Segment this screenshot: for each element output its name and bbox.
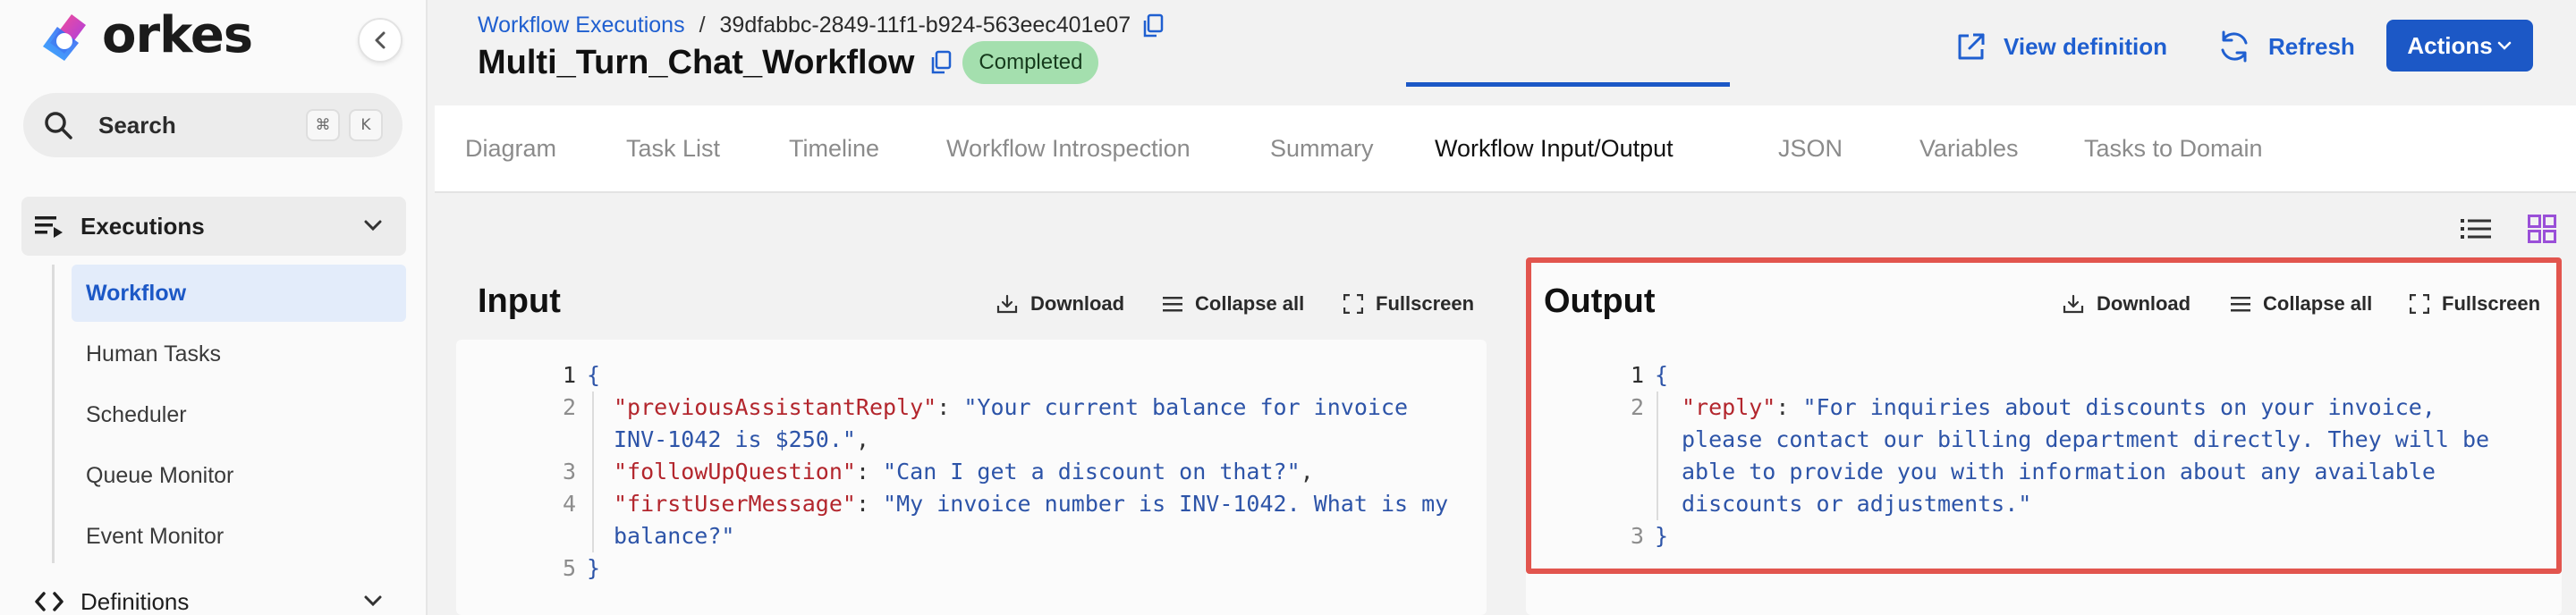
chevron-left-icon — [375, 31, 386, 49]
input-download-button[interactable]: Download — [996, 291, 1124, 316]
sidebar: orkes Search ⌘ K Executions Workflow Hum… — [0, 0, 428, 615]
executions-icon — [35, 216, 63, 238]
orkes-logo-icon — [43, 14, 86, 61]
view-definition-label: View definition — [2004, 32, 2167, 60]
page-title: Multi_Turn_Chat_Workflow — [478, 43, 915, 81]
copy-icon[interactable] — [1141, 13, 1165, 38]
json-line: balance?" — [614, 520, 734, 552]
line-number: 3 — [562, 459, 576, 484]
sidebar-section-executions[interactable]: Executions — [21, 197, 406, 256]
collapse-sidebar-button[interactable] — [358, 18, 402, 63]
tab-diagram[interactable]: Diagram — [465, 105, 556, 193]
search-label: Search — [98, 111, 176, 139]
collapse-all-label: Collapse all — [1195, 292, 1305, 315]
search-box[interactable]: Search ⌘ K — [23, 93, 402, 157]
json-key: "previousAssistantReply" — [614, 394, 937, 420]
sidebar-item-queue-monitor[interactable]: Queue Monitor — [72, 447, 406, 504]
json-line: "firstUserMessage": "My invoice number i… — [614, 491, 1449, 517]
grid-view-icon — [2528, 215, 2556, 243]
indent-guide — [592, 392, 594, 552]
brand-logo[interactable]: orkes — [38, 6, 253, 64]
sidebar-item-workflow[interactable]: Workflow — [72, 265, 406, 322]
line-number: 1 — [562, 362, 576, 388]
input-json-viewer[interactable]: 1 2 3 4 5 { "previousAssistantReply": "Y… — [456, 340, 1487, 615]
title-row: Multi_Turn_Chat_Workflow Completed — [478, 41, 1099, 84]
input-collapse-all-button[interactable]: Collapse all — [1163, 291, 1304, 316]
code-icon — [35, 592, 64, 611]
line-number: 5 — [562, 555, 576, 581]
fullscreen-icon — [1343, 294, 1363, 314]
json-key: "firstUserMessage" — [614, 491, 856, 517]
tab-summary[interactable]: Summary — [1270, 105, 1374, 193]
json-brace-open: { — [587, 362, 601, 388]
json-line: INV-1042 is $250.", — [614, 426, 869, 452]
refresh-button[interactable]: Refresh — [2216, 25, 2355, 68]
download-label: Download — [1030, 292, 1125, 315]
chevron-down-icon — [364, 220, 382, 232]
line-number: 2 — [562, 394, 576, 420]
status-badge: Completed — [962, 41, 1099, 84]
search-icon — [45, 112, 72, 139]
json-key: "followUpQuestion" — [614, 459, 856, 484]
sidebar-section-definitions[interactable]: Definitions — [21, 572, 406, 615]
tab-tasks-to-domain[interactable]: Tasks to Domain — [2084, 105, 2263, 193]
json-line: "followUpQuestion": "Can I get a discoun… — [614, 459, 1314, 484]
tab-json[interactable]: JSON — [1778, 105, 1843, 193]
external-link-icon — [1958, 33, 1985, 60]
view-definition-button[interactable]: View definition — [1955, 25, 2167, 68]
line-number: 4 — [562, 491, 576, 517]
input-fullscreen-button[interactable]: Fullscreen — [1343, 291, 1474, 316]
tab-workflow-input-output[interactable]: Workflow Input/Output — [1435, 105, 1674, 193]
brand-name: orkes — [102, 6, 253, 64]
sidebar-item-event-monitor[interactable]: Event Monitor — [72, 508, 406, 565]
copy-icon[interactable] — [928, 49, 953, 76]
chevron-down-icon — [364, 595, 382, 607]
grid-view-toggle[interactable] — [2521, 207, 2563, 250]
json-value: "Can I get a discount on that?" — [883, 459, 1301, 484]
sidebar-item-human-tasks[interactable]: Human Tasks — [72, 325, 406, 383]
breadcrumb-execution-id: 39dfabbc-2849-11f1-b924-563eec401e07 — [719, 13, 1131, 38]
breadcrumb: Workflow Executions / 39dfabbc-2849-11f1… — [478, 13, 1165, 38]
chevron-down-icon — [2497, 41, 2511, 50]
actions-button[interactable]: Actions — [2386, 20, 2533, 72]
tab-variables[interactable]: Variables — [1919, 105, 2019, 193]
sidebar-item-scheduler[interactable]: Scheduler — [72, 386, 406, 443]
input-panel-title: Input — [478, 282, 561, 320]
json-value: "Your current balance for invoice — [963, 394, 1409, 420]
json-value: balance?" — [614, 523, 735, 549]
fullscreen-label: Fullscreen — [1376, 292, 1475, 315]
output-highlight-outline — [1526, 257, 2562, 574]
shortcut-key-cmd: ⌘ — [306, 109, 340, 141]
collapse-all-icon — [1163, 297, 1182, 312]
breadcrumb-separator: / — [699, 13, 706, 38]
list-view-toggle[interactable] — [2454, 207, 2497, 250]
actions-label: Actions — [2407, 31, 2493, 59]
nav-rail-divider — [52, 265, 55, 563]
shortcut-key-k: K — [349, 109, 383, 141]
tab-task-list[interactable]: Task List — [626, 105, 720, 193]
download-icon — [996, 294, 1018, 314]
tab-bar: Diagram Task List Timeline Workflow Intr… — [435, 105, 2576, 193]
refresh-label: Refresh — [2268, 32, 2355, 60]
sidebar-section-label: Executions — [80, 212, 205, 240]
tab-timeline[interactable]: Timeline — [789, 105, 879, 193]
json-brace-close: } — [587, 555, 601, 581]
sidebar-section-label: Definitions — [80, 587, 190, 615]
json-value: "My invoice number is INV-1042. What is … — [883, 491, 1449, 517]
json-value: INV-1042 is $250." — [614, 426, 856, 452]
json-line: "previousAssistantReply": "Your current … — [614, 394, 1409, 420]
breadcrumb-link-workflow-executions[interactable]: Workflow Executions — [478, 13, 685, 38]
tab-workflow-introspection[interactable]: Workflow Introspection — [946, 105, 1191, 193]
active-tab-indicator — [1406, 82, 1730, 87]
refresh-icon — [2221, 30, 2248, 63]
list-view-icon — [2461, 219, 2491, 239]
